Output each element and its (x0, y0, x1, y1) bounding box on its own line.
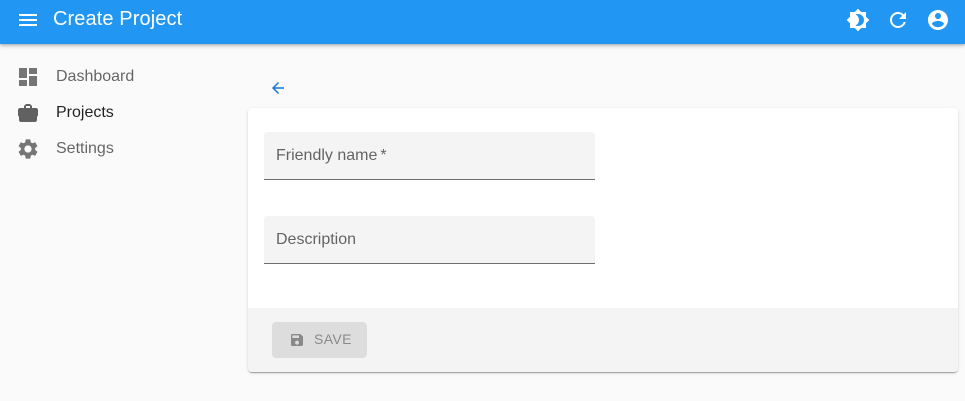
card-actions: SAVE (248, 308, 958, 372)
description-field[interactable]: Description (264, 216, 595, 264)
sidebar-item-label: Projects (56, 104, 114, 121)
dashboard-icon (16, 65, 40, 89)
friendly-name-field[interactable]: Friendly name * (264, 132, 595, 180)
floppy-disk-icon (289, 332, 305, 348)
friendly-name-label: Friendly name * (276, 147, 387, 164)
description-label: Description (276, 231, 357, 248)
theme-toggle-icon (846, 8, 870, 32)
menu-icon (19, 14, 37, 26)
save-button[interactable]: SAVE (272, 322, 367, 358)
back-button[interactable] (266, 76, 290, 100)
account-button[interactable] (926, 8, 950, 32)
account-circle-icon (928, 10, 948, 30)
page-title: Create Project (53, 8, 183, 30)
sidebar-item-label: Dashboard (56, 68, 135, 85)
menu-button[interactable] (16, 8, 40, 32)
refresh-icon (890, 11, 906, 28)
app-bar: Create Project (0, 0, 965, 44)
gear-icon (16, 137, 40, 161)
theme-toggle-button[interactable] (846, 8, 870, 32)
required-mark: * (380, 147, 387, 164)
sidebar-item-projects[interactable]: Projects (0, 95, 240, 131)
refresh-button[interactable] (886, 8, 910, 32)
project-form-card: Friendly name * Description SAVE (248, 108, 958, 372)
save-button-label: SAVE (314, 331, 352, 347)
sidebar-item-settings[interactable]: Settings (0, 131, 240, 167)
sidebar-item-dashboard[interactable]: Dashboard (0, 59, 240, 95)
sidebar-item-label: Settings (56, 140, 114, 157)
arrow-back-icon (272, 82, 284, 94)
briefcase-icon (16, 101, 40, 125)
